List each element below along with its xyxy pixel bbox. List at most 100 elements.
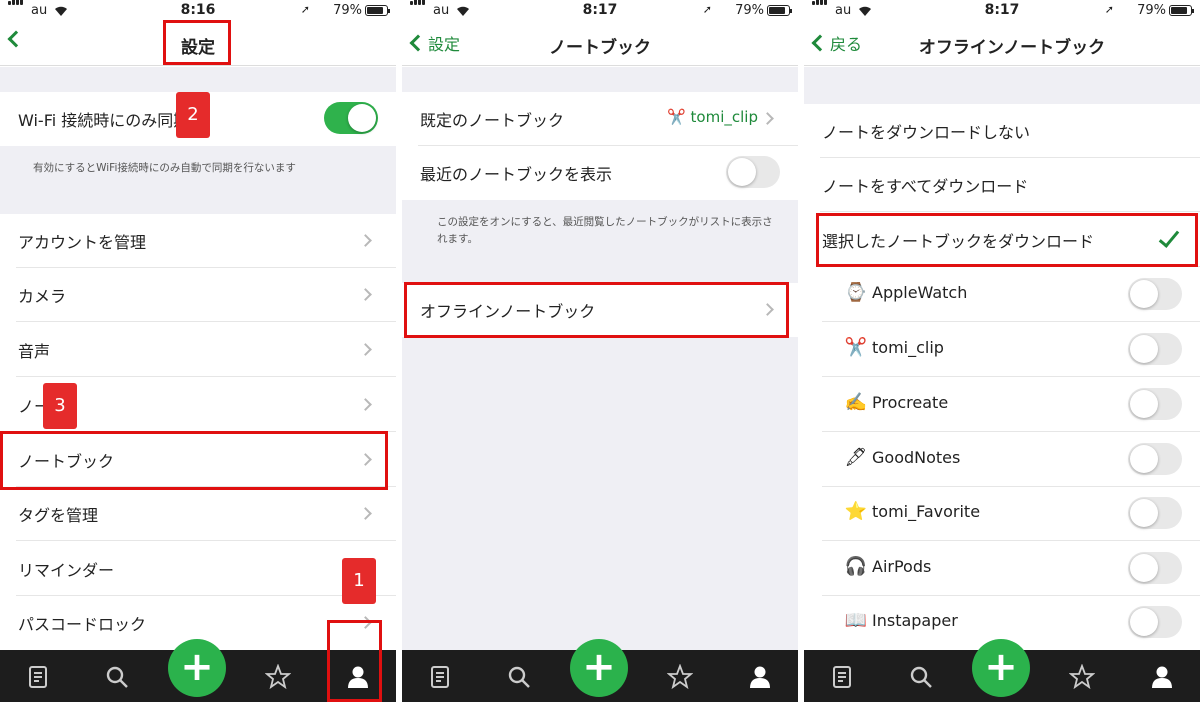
tab-bar: + — [402, 639, 798, 702]
section-gap — [0, 67, 396, 92]
settings-item-camera[interactable]: カメラ — [0, 268, 396, 322]
notebook-toggle[interactable] — [1128, 388, 1182, 420]
recent-note: この設定をオンにすると、最近閲覧したノートブックがリストに表示されます。 — [437, 216, 773, 245]
notebook-toggle[interactable] — [1128, 278, 1182, 310]
default-notebook-row[interactable]: 既定のノートブック ✂️ tomi_clip — [402, 92, 798, 146]
battery-icon — [767, 5, 792, 16]
item-label: タグを管理 — [18, 506, 99, 525]
highlight-selected-option — [816, 213, 1198, 267]
wifi-note-section: 有効にするとWiFi接続時にのみ自動で同期を行ないます — [0, 146, 396, 214]
search-icon[interactable] — [104, 664, 130, 690]
notebook-icon: ✍️ — [844, 392, 868, 413]
notebook-name: tomi_Favorite — [872, 502, 981, 521]
highlight-account-tab — [327, 620, 382, 702]
wifi-sync-label: Wi-Fi 接続時にのみ同期 — [18, 111, 190, 130]
notebook-name: GoodNotes — [872, 448, 961, 467]
notebook-item[interactable]: 🎧 AirPods — [822, 542, 1200, 596]
battery-icon — [1169, 5, 1194, 16]
notebook-toggle[interactable] — [1128, 333, 1182, 365]
recent-notebooks-toggle[interactable] — [726, 156, 780, 188]
notebook-icon: ✂️ — [844, 337, 868, 358]
default-notebook-name: tomi_clip — [690, 108, 758, 126]
notebook-item[interactable]: ⭐ tomi_Favorite — [822, 487, 1200, 541]
settings-screen: au 8:16 ➚ 79% 設定 Wi-Fi 接続時にのみ同期 有効にするとWi… — [0, 0, 396, 702]
default-notebook-value: ✂️ tomi_clip — [667, 108, 758, 126]
item-label: カメラ — [18, 287, 67, 306]
notes-tab-icon[interactable] — [427, 664, 453, 690]
notebook-name: AppleWatch — [872, 283, 968, 302]
location-icon: ➚ — [300, 3, 310, 16]
option-label: ノートをすべてダウンロード — [822, 177, 1029, 196]
notebook-icon: ⭐ — [844, 501, 868, 522]
star-icon[interactable] — [667, 664, 693, 690]
page-title: オフラインノートブック — [918, 38, 1106, 58]
highlight-notebook-row — [0, 431, 388, 490]
step-badge-1: 1 — [342, 558, 376, 604]
battery-percent: 79% — [1137, 3, 1166, 18]
wifi-note: 有効にするとWiFi接続時にのみ自動で同期を行ないます — [33, 162, 296, 174]
option-no-download[interactable]: ノートをダウンロードしない — [804, 104, 1200, 158]
notebook-toggle[interactable] — [1128, 552, 1182, 584]
step-badge-2: 2 — [176, 92, 210, 138]
tab-bar: + — [804, 639, 1200, 702]
add-note-button[interactable]: + — [168, 639, 226, 697]
highlight-title — [163, 20, 231, 65]
option-download-all[interactable]: ノートをすべてダウンロード — [804, 158, 1200, 212]
item-label: パスコードロック — [18, 615, 147, 634]
notebook-icon: 🖋 — [844, 447, 868, 468]
settings-item-account[interactable]: アカウントを管理 — [0, 214, 396, 268]
chevron-right-icon — [761, 112, 774, 125]
chevron-right-icon — [359, 288, 372, 301]
settings-item-reminder[interactable]: リマインダー — [0, 542, 396, 596]
chevron-right-icon — [359, 343, 372, 356]
add-note-button[interactable]: + — [570, 639, 628, 697]
settings-item-tags[interactable]: タグを管理 — [0, 487, 396, 541]
item-label: 音声 — [18, 342, 51, 361]
notebook-item[interactable]: 🖋 GoodNotes — [822, 433, 1200, 487]
star-icon[interactable] — [1069, 664, 1095, 690]
notebook-name: tomi_clip — [872, 338, 944, 357]
location-icon: ➚ — [702, 3, 712, 16]
notebook-name: Procreate — [872, 393, 949, 412]
highlight-offline-row — [404, 282, 789, 338]
recent-notebooks-row[interactable]: 最近のノートブックを表示 — [402, 146, 798, 200]
search-icon[interactable] — [506, 664, 532, 690]
chevron-right-icon — [359, 398, 372, 411]
notebook-icon: 🎧 — [844, 556, 868, 577]
notebook-item[interactable]: ✂️ tomi_clip — [822, 323, 1200, 377]
chevron-right-icon — [359, 507, 372, 520]
nav-bar: 設定 ノートブック — [402, 22, 798, 66]
chevron-right-icon — [359, 234, 372, 247]
notebook-icon: ⌚ — [844, 282, 868, 303]
account-tab-icon[interactable] — [747, 664, 773, 690]
nav-bar: 戻る オフラインノートブック — [804, 22, 1200, 66]
default-notebook-label: 既定のノートブック — [420, 111, 565, 130]
battery-percent: 79% — [333, 3, 362, 18]
notes-tab-icon[interactable] — [829, 664, 855, 690]
page-title: ノートブック — [549, 38, 651, 58]
notebook-name: Instapaper — [872, 611, 958, 630]
notebook-item[interactable]: ⌚ AppleWatch — [822, 268, 1200, 322]
notebook-toggle[interactable] — [1128, 497, 1182, 529]
section-gap — [402, 67, 798, 92]
wifi-sync-toggle[interactable] — [324, 102, 378, 134]
notebook-item[interactable]: ✍️ Procreate — [822, 378, 1200, 432]
offline-notebook-screen: au 8:17 ➚ 79% 戻る オフラインノートブック ノートをダウンロードし… — [804, 0, 1200, 702]
status-bar: au 8:17 ➚ 79% — [402, 0, 798, 22]
notes-tab-icon[interactable] — [25, 664, 51, 690]
notebook-toggle[interactable] — [1128, 606, 1182, 638]
battery-percent: 79% — [735, 3, 764, 18]
account-tab-icon[interactable] — [1149, 664, 1175, 690]
empty-area — [402, 337, 798, 650]
add-note-button[interactable]: + — [972, 639, 1030, 697]
status-bar: au 8:17 ➚ 79% — [804, 0, 1200, 22]
notebook-toggle[interactable] — [1128, 443, 1182, 475]
notebook-settings-screen: au 8:17 ➚ 79% 設定 ノートブック 既定のノートブック ✂️ tom… — [402, 0, 798, 702]
settings-item-audio[interactable]: 音声 — [0, 323, 396, 377]
search-icon[interactable] — [908, 664, 934, 690]
option-label: ノートをダウンロードしない — [822, 123, 1031, 142]
location-icon: ➚ — [1104, 3, 1114, 16]
step-badge-3: 3 — [43, 383, 77, 429]
star-icon[interactable] — [265, 664, 291, 690]
notebook-icon: 📖 — [844, 610, 868, 631]
